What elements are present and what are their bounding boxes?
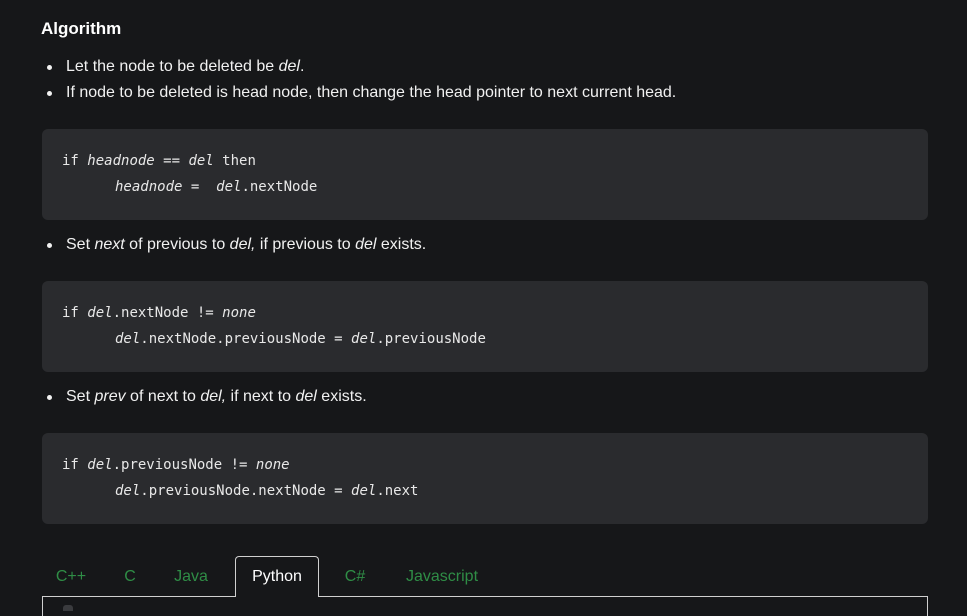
code-text: .nextNode (241, 179, 318, 195)
list-item: If node to be deleted is head node, then… (41, 80, 676, 106)
bullet-emphasis: next (94, 236, 125, 253)
code-variable: del (188, 153, 214, 169)
language-tabs: C++ C Java Python C# Javascript (42, 556, 928, 616)
list-item: Set prev of next to del, if next to del … (41, 384, 367, 410)
tab-python[interactable]: Python (235, 556, 319, 597)
bullet-text: If node to be deleted is head node, then… (66, 84, 677, 101)
tab-c[interactable]: C (118, 556, 142, 597)
bullet-text: if previous to (255, 236, 356, 253)
bullet-text: Set (66, 388, 95, 405)
bullet-text: exists. (376, 236, 427, 253)
code-text: .previousNode (376, 331, 486, 347)
code-variable: none (222, 305, 256, 321)
tab-java[interactable]: Java (166, 556, 216, 597)
bullet-list: Set next of previous to del, if previous… (41, 232, 426, 258)
code-operator: = (182, 179, 217, 195)
bullet-emphasis: del (278, 58, 300, 75)
code-operator: == (154, 153, 189, 169)
code-text: .next (376, 483, 419, 499)
code-variable: none (255, 457, 290, 473)
list-item: Let the node to be deleted be del. (41, 54, 676, 80)
bullet-list: Let the node to be deleted be del. If no… (41, 54, 676, 106)
code-block: if del.nextNode != none del.nextNode.pre… (42, 281, 928, 372)
section-heading: Algorithm (41, 19, 122, 38)
bullet-text: exists. (316, 388, 367, 405)
code-variable: headnode (115, 179, 183, 195)
code-keyword: if (62, 305, 88, 321)
code-text: .nextNode != (112, 305, 223, 321)
code-variable: del (351, 483, 377, 499)
code-line: if del.previousNode != none (62, 457, 290, 473)
code-text: then (213, 153, 256, 169)
bullet-emphasis: del (355, 236, 377, 253)
code-variable: del (216, 179, 242, 195)
bullet-emphasis: del (295, 388, 317, 405)
code-variable: del (87, 305, 113, 321)
code-panel-edge (63, 605, 73, 611)
bullet-text: . (299, 58, 305, 75)
bullet-text: Let the node to be deleted be (66, 58, 279, 75)
code-line: if headnode == del then (62, 153, 256, 169)
bullet-emphasis: prev (94, 388, 126, 405)
bullet-emphasis: del, (200, 388, 227, 405)
tab-csharp[interactable]: C# (338, 556, 372, 597)
code-variable: del (115, 331, 141, 347)
code-block: if headnode == del then headnode = del.n… (42, 129, 928, 220)
bullet-text: of previous to (124, 236, 230, 253)
code-text: .nextNode.previousNode = (140, 331, 352, 347)
list-item: Set next of previous to del, if previous… (41, 232, 426, 258)
bullet-list: Set prev of next to del, if next to del … (41, 384, 367, 410)
code-variable: del (87, 457, 113, 473)
code-keyword: if (62, 457, 88, 473)
bullet-text: if next to (226, 388, 296, 405)
code-keyword: if (62, 153, 88, 169)
code-text: .previousNode.nextNode = (140, 483, 352, 499)
tab-cpp[interactable]: C++ (46, 556, 96, 597)
code-variable: headnode (87, 153, 155, 169)
bullet-text: Set (66, 236, 95, 253)
tab-panel (42, 596, 928, 616)
code-line: headnode = del.nextNode (115, 179, 317, 195)
code-variable: del (115, 483, 141, 499)
code-variable: del (351, 331, 377, 347)
code-line: if del.nextNode != none (62, 305, 256, 321)
tab-javascript[interactable]: Javascript (397, 556, 487, 597)
bullet-text: of next to (125, 388, 201, 405)
code-line: del.nextNode.previousNode = del.previous… (115, 331, 486, 347)
code-block: if del.previousNode != none del.previous… (42, 433, 928, 524)
bullet-emphasis: del, (229, 236, 256, 253)
code-line: del.previousNode.nextNode = del.next (115, 483, 418, 499)
code-text: .previousNode != (112, 457, 256, 473)
